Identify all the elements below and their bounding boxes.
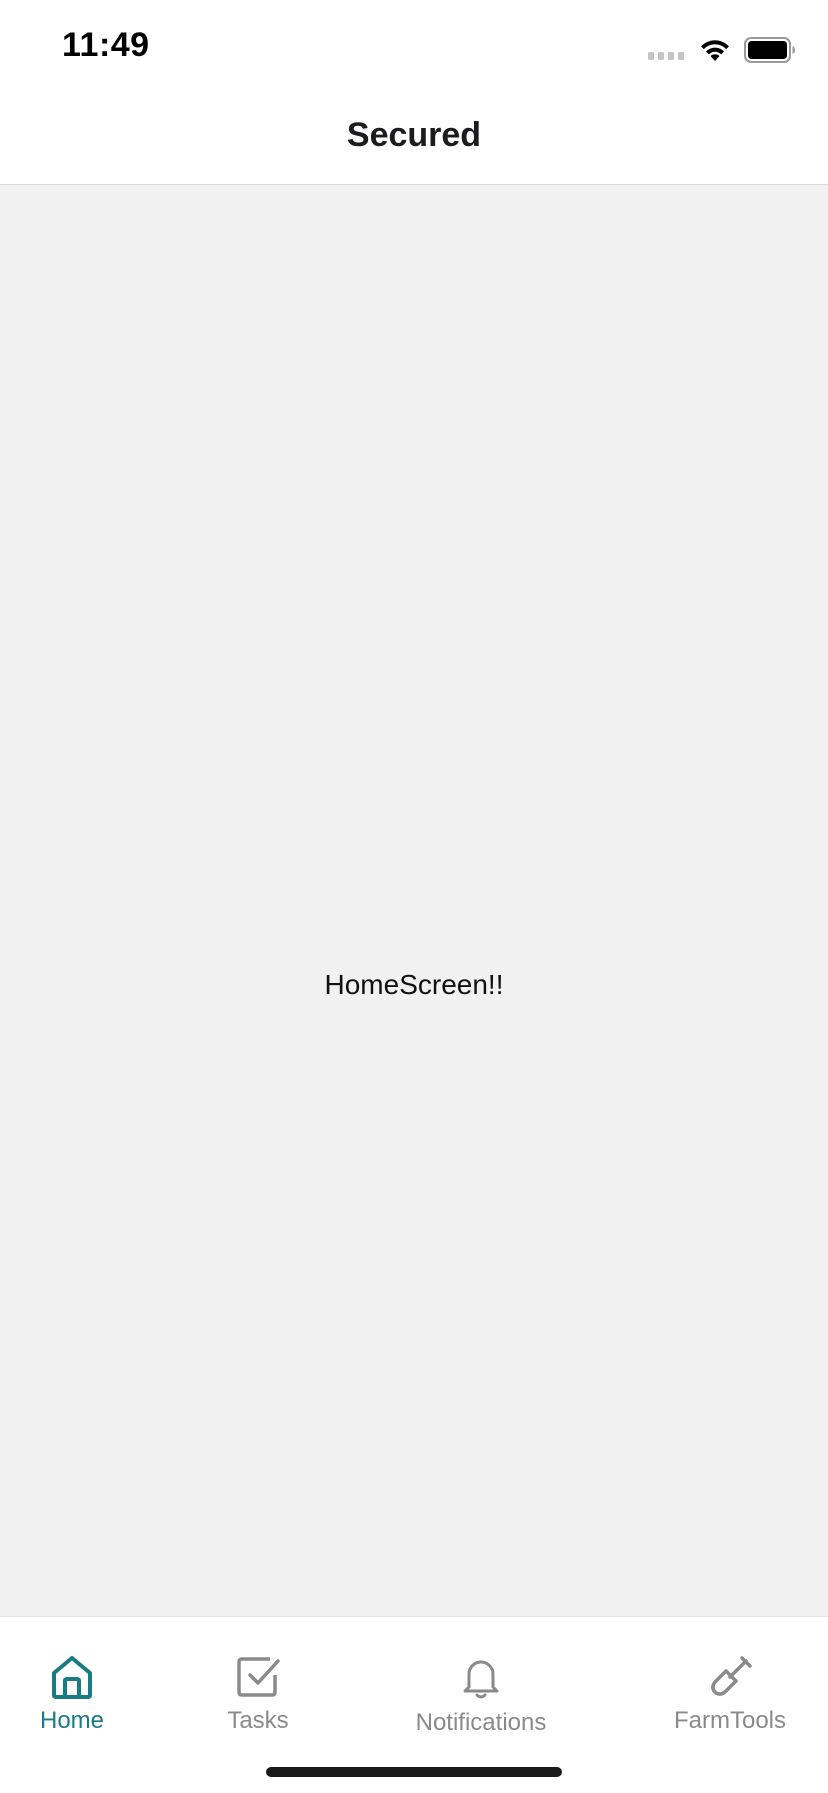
- home-screen-text: HomeScreen!!: [324, 969, 504, 1000]
- tab-tasks-label: Tasks: [227, 1707, 289, 1734]
- battery-icon: [744, 37, 795, 63]
- tab-home[interactable]: Home: [22, 1617, 122, 1751]
- home-icon: [52, 1656, 92, 1699]
- bottom-tab-bar: Home Tasks Notifications FarmTools: [0, 1616, 828, 1793]
- bell-icon: [463, 1660, 499, 1699]
- home-screen-content: HomeScreen!!: [0, 185, 828, 1616]
- page-title: Secured: [346, 115, 482, 154]
- navigation-header: Secured: [0, 96, 828, 185]
- tab-home-label: Home: [39, 1707, 105, 1734]
- status-bar: 11:49: [0, 0, 828, 96]
- home-indicator[interactable]: [266, 1767, 562, 1777]
- tab-tasks[interactable]: Tasks: [208, 1617, 308, 1751]
- wifi-icon: [701, 40, 729, 61]
- status-time: 11:49: [62, 26, 150, 64]
- cellular-signal-icon: [648, 40, 684, 60]
- tab-farmtools-label: FarmTools: [673, 1707, 787, 1734]
- shovel-icon: [711, 1656, 752, 1696]
- status-icons: [648, 34, 796, 66]
- tab-farmtools[interactable]: FarmTools: [670, 1617, 790, 1751]
- tab-notifications-label: Notifications: [415, 1709, 547, 1736]
- tab-notifications[interactable]: Notifications: [401, 1617, 561, 1751]
- checkbox-icon: [237, 1657, 280, 1697]
